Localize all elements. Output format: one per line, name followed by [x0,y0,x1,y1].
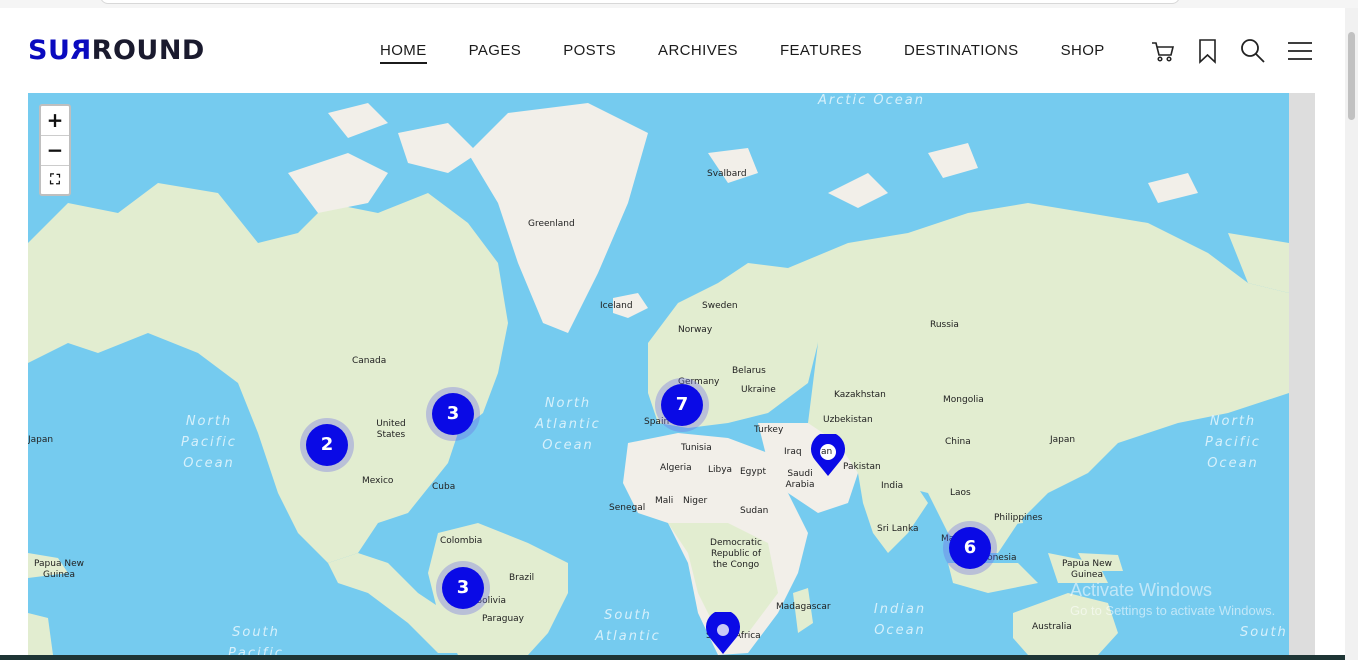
site-logo[interactable]: SURROUND [28,35,205,66]
ocean-label: North Pacific Ocean [181,414,237,471]
country-label: Democratic Republic of the Congo [710,538,762,570]
bookmark-icon[interactable] [1195,38,1221,64]
country-label: Turkey [754,425,784,435]
country-label: Japan [28,435,54,445]
browser-top-strip [0,0,1358,8]
ocean-label: South [1240,625,1288,640]
country-label: Australia [1032,622,1072,632]
logo-part-b: R [70,35,92,66]
country-label: Pakistan [843,462,881,472]
map-pin-icon [706,610,740,654]
country-label: Uzbekistan [823,415,873,425]
country-label: Belarus [732,366,766,376]
cluster-count: 7 [661,384,703,426]
ocean-label: Indian Ocean [873,602,927,638]
zoom-in-button[interactable]: + [41,106,69,136]
country-label: Kazakhstan [834,390,886,400]
address-bar[interactable] [100,0,1180,4]
search-icon[interactable] [1240,38,1266,64]
country-label: Iraq [784,447,802,457]
country-label: Laos [950,488,971,498]
scrollbar-thumb[interactable] [1348,32,1355,120]
zoom-control: + − ⛶ [39,104,71,196]
taskbar-strip [0,655,1345,660]
country-label: Algeria [660,463,692,473]
world-map[interactable]: Greenland Svalbard Iceland Sweden Norway… [28,93,1289,655]
ocean-label: North Atlantic Ocean [535,396,601,453]
cluster-count: 3 [442,567,484,609]
country-label: Libya [708,465,733,475]
country-label: Brazil [509,573,535,583]
ocean-label: South Atlantic [595,608,661,644]
logo-part-a: SU [28,35,71,66]
country-label: Tunisia [681,443,712,453]
country-label: Cuba [432,482,456,492]
pin-label: an [821,447,833,457]
nav-archives[interactable]: ARCHIVES [658,42,738,64]
page-scrollbar[interactable] [1345,8,1358,660]
cluster-count: 3 [432,393,474,435]
activate-windows-subtitle: Go to Settings to activate Windows. [1070,603,1276,618]
cart-icon[interactable] [1150,38,1176,64]
menu-icon[interactable] [1287,38,1313,64]
country-label: Mali [655,496,674,506]
country-label: Norway [678,325,713,335]
country-label: Senegal [609,503,646,513]
cluster-count: 2 [306,424,348,466]
site-header: SURROUND HOME PAGES POSTS ARCHIVES FEATU… [0,8,1345,93]
country-label: Egypt [740,467,766,477]
marker-cluster[interactable]: 3 [426,387,480,441]
country-label: United States [376,419,406,440]
logo-part-c: ROUND [91,35,205,66]
country-label: Japan [1050,435,1076,445]
map-pin-marker[interactable]: an [809,432,847,478]
activate-windows-title: Activate Windows [1070,580,1213,600]
ocean-label: South Pacific [228,625,284,655]
nav-destinations[interactable]: DESTINATIONS [904,42,1019,64]
map-edge-panel [1289,93,1315,655]
main-nav: HOME PAGES POSTS ARCHIVES FEATURES DESTI… [380,42,1147,64]
country-label: Ukraine [741,385,776,395]
marker-cluster[interactable]: 2 [300,418,354,472]
country-label: Philippines [994,513,1043,523]
country-label: Papua New Guinea [34,559,84,580]
country-label: Mongolia [943,395,984,405]
country-label: China [945,437,971,447]
country-label: Papua New Guinea [1062,559,1112,580]
country-label: Greenland [528,219,575,229]
nav-features[interactable]: FEATURES [780,42,862,64]
country-label: Russia [930,320,959,330]
country-label: Sweden [702,301,738,311]
zoom-out-button[interactable]: − [41,136,69,166]
marker-cluster[interactable]: 3 [436,561,490,615]
ocean-label: Arctic Ocean [818,93,925,108]
country-label: Sudan [740,506,769,516]
country-label: Canada [352,356,387,366]
nav-pages[interactable]: PAGES [469,42,522,64]
country-label: Svalbard [707,169,747,179]
country-label: Iceland [600,301,633,311]
fullscreen-icon[interactable]: ⛶ [41,166,69,196]
nav-home[interactable]: HOME [380,42,427,64]
country-label: Niger [683,496,708,506]
ocean-label: North Pacific Ocean [1205,414,1261,471]
country-label: Paraguay [482,614,525,624]
nav-shop[interactable]: SHOP [1061,42,1105,64]
marker-cluster[interactable]: 7 [655,378,709,432]
country-label: Madagascar [776,602,831,612]
marker-cluster[interactable]: 6 [943,521,997,575]
country-label: Colombia [440,536,483,546]
nav-posts[interactable]: POSTS [563,42,616,64]
country-label: Sri Lanka [877,524,919,534]
country-label: India [881,481,904,491]
cluster-count: 6 [949,527,991,569]
map-pin-marker[interactable] [704,610,742,656]
country-label: Mexico [362,476,394,486]
